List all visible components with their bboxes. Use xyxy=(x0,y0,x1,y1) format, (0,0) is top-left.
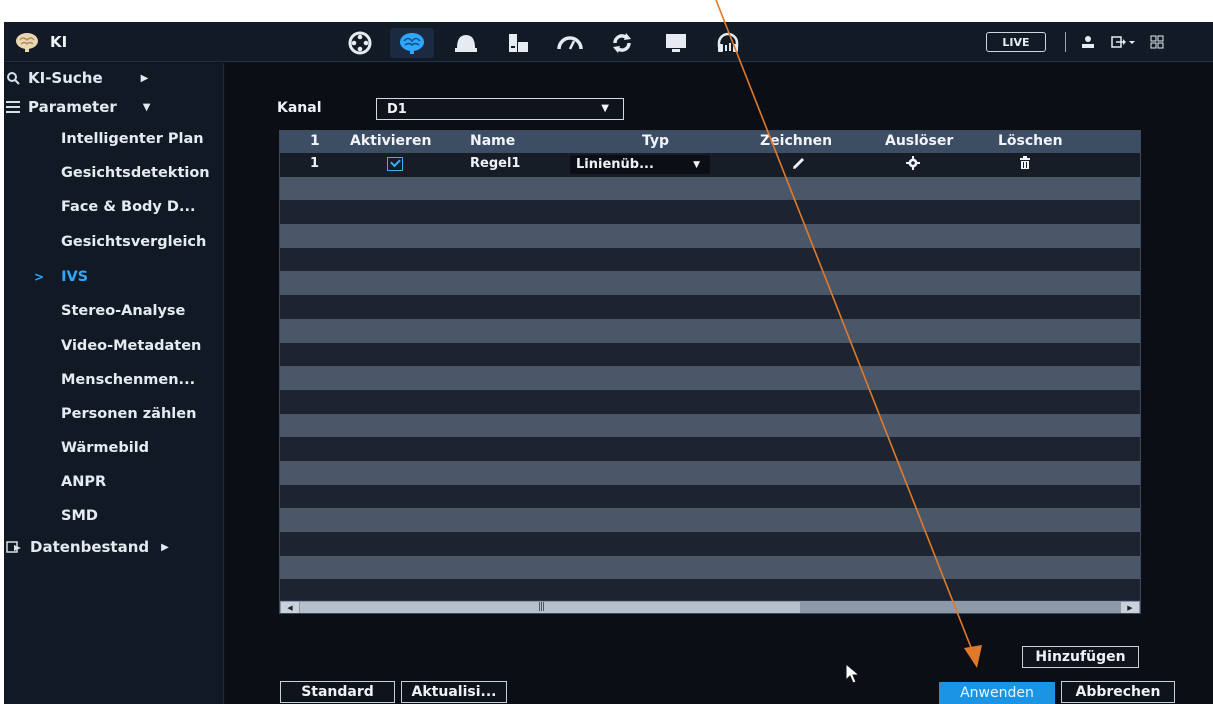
empty-row xyxy=(280,342,1140,367)
rule-name: Regel1 xyxy=(470,156,521,171)
gear-icon[interactable] xyxy=(906,156,920,170)
table-row[interactable]: 1 Regel1 Linienüb... ▼ xyxy=(280,153,1140,177)
sidebar-item-face-body[interactable]: Face & Body D... xyxy=(61,192,195,222)
empty-row xyxy=(280,247,1140,272)
channel-select[interactable]: D1 ▼ xyxy=(376,98,624,120)
database-icon xyxy=(6,541,21,553)
column-header-name: Name xyxy=(470,133,516,149)
column-header-typ: Typ xyxy=(642,133,670,149)
monitor-icon[interactable] xyxy=(654,28,698,58)
logout-icon[interactable] xyxy=(1110,32,1138,52)
horizontal-scrollbar[interactable]: ◀ ||| ▶ xyxy=(280,600,1140,613)
chevron-down-icon: ▼ xyxy=(693,159,700,170)
add-button[interactable]: Hinzufügen xyxy=(1022,646,1139,668)
column-header-aktivieren: Aktivieren xyxy=(350,133,432,149)
empty-row xyxy=(280,295,1140,319)
empty-row xyxy=(280,200,1140,225)
toolbar-separator xyxy=(1065,32,1066,52)
expand-arrow-icon: ▶ xyxy=(161,541,169,553)
sidebar-item-smd[interactable]: SMD xyxy=(61,501,98,531)
column-header-ausloeser: Auslöser xyxy=(885,133,954,149)
rules-table: 1 Aktivieren Name Typ Zeichnen Auslöser … xyxy=(279,130,1141,614)
chevron-down-icon: ▼ xyxy=(601,103,609,114)
empty-row xyxy=(280,366,1140,390)
sidebar-item-anpr[interactable]: ANPR xyxy=(61,467,106,497)
app-title: KI xyxy=(14,28,67,56)
list-icon xyxy=(6,101,20,113)
mouse-cursor-icon xyxy=(845,663,861,684)
table-header: 1 Aktivieren Name Typ Zeichnen Auslöser … xyxy=(280,131,1140,153)
empty-row xyxy=(280,484,1140,509)
sidebar-item-label: IVS xyxy=(61,269,89,285)
scrollbar-thumb[interactable] xyxy=(300,602,800,613)
column-header-index: 1 xyxy=(310,133,320,149)
scroll-left-icon[interactable]: ◀ xyxy=(281,602,299,613)
live-button[interactable]: LIVE xyxy=(986,32,1046,52)
sidebar-item-label: KI-Suche xyxy=(28,69,103,87)
table-body: 1 Regel1 Linienüb... ▼ xyxy=(280,153,1140,604)
empty-row xyxy=(280,437,1140,461)
column-header-zeichnen: Zeichnen xyxy=(760,133,833,149)
grid-menu-icon[interactable] xyxy=(1148,32,1166,52)
empty-row xyxy=(280,555,1140,580)
empty-row xyxy=(280,318,1140,343)
default-button[interactable]: Standard xyxy=(280,681,395,703)
chevron-down-icon: ▼ xyxy=(142,101,151,113)
sidebar-item-gesichtsdetektion[interactable]: Gesichtsdetektion xyxy=(61,158,210,188)
sidebar-item-video-metadaten[interactable]: Video-Metadaten xyxy=(61,331,201,361)
apply-button[interactable]: Anwenden xyxy=(939,682,1055,704)
sidebar-item-intelligenter-plan[interactable]: Intelligenter Plan xyxy=(61,124,204,154)
sidebar-item-label: Datenbestand xyxy=(30,538,150,556)
film-reel-icon[interactable] xyxy=(338,28,382,58)
empty-row xyxy=(280,532,1140,556)
cancel-button[interactable]: Abbrechen xyxy=(1061,681,1175,703)
empty-row xyxy=(280,271,1140,296)
empty-row xyxy=(280,413,1140,438)
channel-label: Kanal xyxy=(277,100,322,116)
sync-icon[interactable] xyxy=(600,28,644,58)
app-title-text: KI xyxy=(50,33,68,51)
storage-icon[interactable] xyxy=(496,28,540,58)
sidebar-item-ivs[interactable]: > IVS xyxy=(34,262,88,292)
pencil-icon[interactable] xyxy=(792,156,806,170)
dome-camera-icon[interactable] xyxy=(444,28,488,58)
expand-arrow-icon: ▶ xyxy=(140,72,149,84)
dvr-screen: KI LIVE KI-Suche ▶ Parameter ▼ Intellige… xyxy=(4,22,1213,704)
empty-row xyxy=(280,224,1140,248)
sidebar: KI-Suche ▶ Parameter ▼ Intelligenter Pla… xyxy=(4,63,224,704)
empty-row xyxy=(280,176,1140,201)
sidebar-item-ki-suche[interactable]: KI-Suche ▶ xyxy=(4,64,148,92)
top-bar: KI LIVE xyxy=(4,22,1213,62)
channel-value: D1 xyxy=(387,101,407,117)
sidebar-item-waermebild[interactable]: Wärmebild xyxy=(61,433,149,463)
row-index: 1 xyxy=(310,156,320,171)
rule-type-select[interactable]: Linienüb... ▼ xyxy=(570,155,710,174)
trash-icon[interactable] xyxy=(1018,156,1032,170)
brain-icon xyxy=(16,33,38,52)
speedometer-icon[interactable] xyxy=(548,28,592,58)
sidebar-item-stereo-analyse[interactable]: Stereo-Analyse xyxy=(61,296,185,326)
column-header-loeschen: Löschen xyxy=(998,133,1063,149)
empty-row xyxy=(280,389,1140,414)
active-caret-icon: > xyxy=(34,270,45,284)
empty-row xyxy=(280,460,1140,485)
enable-checkbox[interactable] xyxy=(387,157,403,171)
scrollbar-grip-icon: ||| xyxy=(538,602,545,612)
sidebar-item-menschenmenge[interactable]: Menschenmen... xyxy=(61,365,195,395)
refresh-button[interactable]: Aktualisi... xyxy=(401,681,507,703)
scroll-right-icon[interactable]: ▶ xyxy=(1121,602,1139,613)
main-panel: Kanal D1 ▼ 1 Aktivieren Name Typ Zeichne… xyxy=(225,63,1213,704)
rule-type-value: Linienüb... xyxy=(576,157,654,172)
brain-icon[interactable] xyxy=(390,28,434,58)
sidebar-item-personen-zaehlen[interactable]: Personen zählen xyxy=(61,399,196,429)
sidebar-item-datenbestand[interactable]: Datenbestand ▶ xyxy=(4,533,169,561)
search-icon xyxy=(7,72,20,85)
empty-row xyxy=(280,508,1140,532)
user-icon[interactable] xyxy=(1079,32,1097,52)
headset-icon[interactable] xyxy=(706,28,750,58)
sidebar-item-parameter[interactable]: Parameter ▼ xyxy=(4,93,150,121)
sidebar-item-gesichtsvergleich[interactable]: Gesichtsvergleich xyxy=(61,227,206,257)
sidebar-item-label: Parameter xyxy=(28,98,117,116)
